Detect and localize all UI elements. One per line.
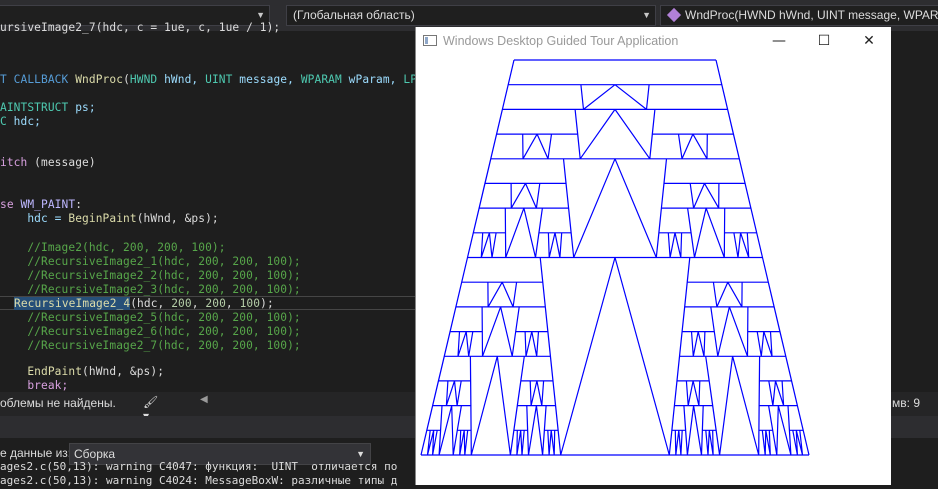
cleanup-brush-icon[interactable]: 🖌 ▾	[143, 395, 165, 423]
app-title-bar[interactable]: Windows Desktop Guided Tour Application …	[416, 27, 891, 56]
code-line: C hdc;	[0, 115, 42, 128]
comment-line: //RecursiveImage2_1(hdc, 200, 200, 100);	[0, 255, 301, 268]
code-line: ursiveImage2_7(hdc, c = 1ue, c, 1ue / 1)…	[0, 21, 281, 34]
comment-line: //RecursiveImage2_7(hdc, 200, 200, 100);	[0, 339, 301, 352]
scope-label: (Глобальная область)	[293, 8, 415, 22]
comment-line: //RecursiveImage2_5(hdc, 200, 200, 100);	[0, 311, 301, 324]
editor-right-strip	[891, 31, 938, 392]
window-app-icon	[423, 35, 437, 46]
problems-status: облемы не найдены.	[0, 396, 116, 410]
code-line: hdc = BeginPaint(hWnd, &ps);	[0, 212, 219, 225]
output-line: ages2.c(50,13): warning C4047: функция: …	[0, 460, 398, 473]
recursive-fractal-drawing	[420, 59, 810, 456]
code-line: AINTSTRUCT ps;	[0, 101, 96, 114]
code-line: itch (message)	[0, 156, 96, 169]
close-button[interactable]: ✕	[846, 27, 892, 56]
active-code-line: RecursiveImage2_4(hdc, 200, 200, 100);	[14, 297, 274, 310]
chevron-down-icon: ▼	[642, 10, 651, 20]
output-source-label: е данные из:	[0, 446, 72, 460]
output-line: ages2.c(50,13): warning C4024: MessageBo…	[0, 474, 398, 487]
fractal-strokes	[420, 59, 810, 456]
code-editor[interactable]: ursiveImage2_7(hdc, c = 1ue, c, 1ue / 1)…	[0, 21, 444, 392]
column-indicator: мв: 9	[892, 396, 920, 410]
code-line: T CALLBACK WndProc(HWND hWnd, UINT messa…	[0, 73, 444, 86]
function-combo[interactable]: WndProc(HWND hWnd, UINT message, WPARAM	[660, 5, 938, 26]
window-title: Windows Desktop Guided Tour Application	[443, 34, 679, 48]
maximize-button[interactable]: ☐	[801, 27, 847, 56]
code-line: break;	[0, 379, 69, 392]
fractal-path	[420, 59, 810, 456]
minimize-button[interactable]: —	[756, 27, 802, 56]
comment-line: //Image2(hdc, 200, 200, 100);	[0, 241, 226, 254]
function-label: WndProc(HWND hWnd, UINT message, WPARAM	[685, 8, 938, 22]
code-line: se WM_PAINT:	[0, 198, 83, 211]
scroll-left-icon[interactable]: ◀	[200, 394, 208, 405]
scope-combo[interactable]: (Глобальная область) ▼	[286, 5, 656, 26]
app-client-area	[416, 56, 890, 485]
code-line: EndPaint(hWnd, &ps);	[27, 365, 165, 378]
method-icon	[666, 7, 682, 23]
app-window[interactable]: Windows Desktop Guided Tour Application …	[415, 27, 891, 485]
comment-line: //RecursiveImage2_6(hdc, 200, 200, 100);	[0, 325, 301, 338]
comment-line: //RecursiveImage2_3(hdc, 200, 200, 100);	[0, 283, 301, 296]
comment-line: //RecursiveImage2_2(hdc, 200, 200, 100);	[0, 269, 301, 282]
